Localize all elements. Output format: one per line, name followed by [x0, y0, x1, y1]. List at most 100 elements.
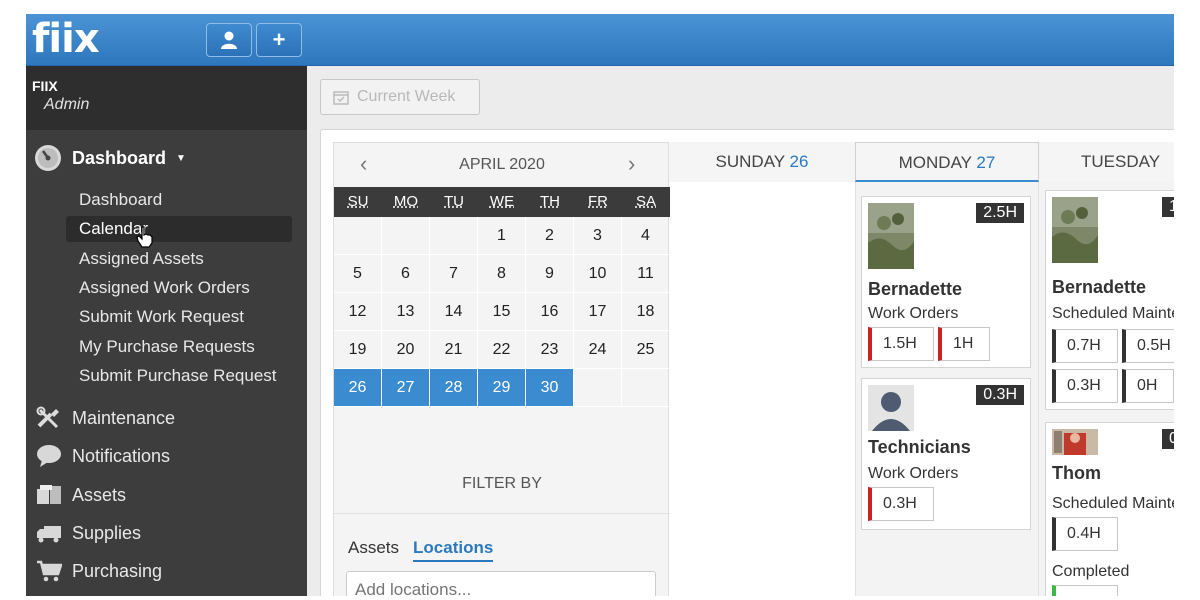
weekday-label: SU [347, 193, 369, 210]
day-cell[interactable]: 3 [574, 217, 622, 254]
hours-chip[interactable]: 1H [938, 327, 990, 361]
nav-section-label: Maintenance [72, 407, 176, 428]
empty-day-cell [574, 369, 622, 406]
day-cell[interactable]: 29 [478, 369, 526, 406]
next-month-icon[interactable]: › [628, 151, 635, 177]
hours-chip-partial[interactable] [1052, 585, 1118, 596]
nav-item-assigned-work-orders[interactable]: Assigned Work Orders [79, 275, 250, 301]
nav-section-assets[interactable]: Assets [34, 480, 126, 510]
day-cell[interactable]: 11 [622, 255, 670, 292]
nav-item-assigned-assets[interactable]: Assigned Assets [79, 246, 204, 272]
schedule-card[interactable]: 1. Bernadette Scheduled Mainte 0.7H 0.5H… [1045, 190, 1174, 410]
nav-item-submit-work-request[interactable]: Submit Work Request [79, 304, 244, 330]
filter-tab-locations[interactable]: Locations [413, 538, 494, 562]
day-cell[interactable]: 27 [382, 369, 430, 406]
day-cell[interactable]: 26 [334, 369, 382, 406]
hours-chip[interactable]: 0.5H [1122, 329, 1174, 363]
tools-icon [34, 406, 64, 430]
weekday-label: TH [540, 193, 560, 210]
filter-tabs: Assets Locations [348, 538, 494, 562]
hours-chip[interactable]: 0.3H [1052, 369, 1118, 403]
day-cell[interactable]: 4 [622, 217, 670, 254]
current-week-button[interactable]: Current Week [320, 79, 480, 115]
day-cell[interactable]: 2 [526, 217, 574, 254]
category-label: Work Orders [868, 465, 959, 482]
nav-section-label: Purchasing [72, 560, 163, 581]
day-cell[interactable]: 17 [574, 293, 622, 330]
user-icon [221, 31, 237, 49]
filter-tab-assets[interactable]: Assets [348, 538, 399, 562]
add-button[interactable]: + [256, 23, 302, 57]
day-cell[interactable]: 19 [334, 331, 382, 368]
day-number: 27 [976, 153, 996, 172]
week-row: 26 27 28 29 30 [334, 369, 670, 407]
nav-section-label: Assets [72, 484, 127, 505]
shopping-cart-icon [34, 559, 64, 583]
day-cell[interactable]: 12 [334, 293, 382, 330]
mini-calendar-header: APRIL 2020 [334, 143, 670, 187]
hours-chip[interactable]: 0.4H [1052, 517, 1118, 551]
weekday-header-row: SU MO TU WE TH FR SA [334, 187, 670, 217]
day-header-tuesday[interactable]: TUESDAY 28 [1039, 142, 1174, 211]
user-button[interactable] [206, 23, 252, 57]
day-cell[interactable]: 22 [478, 331, 526, 368]
nav-section-notifications[interactable]: Notifications [34, 441, 170, 471]
day-cell[interactable]: 25 [622, 331, 670, 368]
prev-month-icon[interactable]: ‹ [360, 151, 367, 177]
day-cell[interactable]: 15 [478, 293, 526, 330]
month-label: APRIL 2020 [459, 156, 545, 173]
day-cell[interactable]: 7 [430, 255, 478, 292]
nav-dashboard-header[interactable]: Dashboard ▼ [34, 143, 186, 173]
nav-section-maintenance[interactable]: Maintenance [34, 403, 175, 433]
hours-chip[interactable]: 1.5H [868, 327, 934, 361]
day-cell[interactable]: 14 [430, 293, 478, 330]
user-name: FIIX [32, 78, 58, 94]
nav-item-calendar[interactable]: Calendar [66, 216, 292, 242]
day-cell[interactable]: 18 [622, 293, 670, 330]
day-cell[interactable]: 30 [526, 369, 574, 406]
schedule-card[interactable]: 2.5H Bernadette Work Orders 1.5H 1H [861, 196, 1031, 368]
boxes-icon [34, 483, 64, 507]
category-label: Scheduled Mainte [1052, 305, 1174, 322]
person-name: Thom [1052, 463, 1101, 483]
schedule-card[interactable]: 0.3H Technicians Work Orders 0.3H [861, 378, 1031, 530]
nav-section-purchasing[interactable]: Purchasing [34, 556, 162, 586]
schedule-card[interactable]: 0. Thom Scheduled Mainte 0.4H Completed [1045, 422, 1174, 596]
total-hours-badge: 0. [1162, 429, 1174, 449]
day-cell[interactable]: 9 [526, 255, 574, 292]
empty-day-cell [622, 369, 670, 406]
day-header-sunday[interactable]: SUNDAY 26 [669, 142, 855, 182]
speech-bubble-icon [34, 444, 64, 468]
day-cell[interactable]: 5 [334, 255, 382, 292]
day-cell[interactable]: 23 [526, 331, 574, 368]
day-cell[interactable]: 13 [382, 293, 430, 330]
nav-section-label: Notifications [72, 445, 171, 466]
nav-item-dashboard[interactable]: Dashboard [79, 187, 162, 213]
empty-day-cell [334, 217, 382, 254]
day-cell[interactable]: 16 [526, 293, 574, 330]
top-bar: fiix + [26, 14, 1174, 66]
day-cell[interactable]: 6 [382, 255, 430, 292]
nav-section-supplies[interactable]: Supplies [34, 518, 141, 548]
hours-chip[interactable]: 0.3H [868, 487, 934, 521]
sidebar: FIIX Admin Dashboard ▼ Dashboard Calenda… [26, 66, 307, 596]
person-photo [868, 203, 914, 269]
person-photo [1052, 429, 1098, 455]
day-cell[interactable]: 21 [430, 331, 478, 368]
dashboard-gauge-icon [35, 145, 61, 171]
hours-chip[interactable]: 0H [1122, 369, 1174, 403]
day-header-monday[interactable]: MONDAY 27 [855, 142, 1039, 182]
nav-item-submit-purchase-request[interactable]: Submit Purchase Request [79, 363, 277, 389]
nav-item-my-purchase-requests[interactable]: My Purchase Requests [79, 334, 255, 360]
day-cell[interactable]: 8 [478, 255, 526, 292]
day-cell[interactable]: 1 [478, 217, 526, 254]
day-cell[interactable]: 10 [574, 255, 622, 292]
person-name: Technicians [868, 437, 971, 457]
fiix-logo[interactable]: fiix [32, 16, 100, 62]
add-locations-input[interactable] [346, 571, 656, 596]
hours-chip[interactable]: 0.7H [1052, 329, 1118, 363]
day-cell[interactable]: 20 [382, 331, 430, 368]
day-cell[interactable]: 28 [430, 369, 478, 406]
day-cell[interactable]: 24 [574, 331, 622, 368]
user-info: FIIX Admin [26, 66, 307, 130]
